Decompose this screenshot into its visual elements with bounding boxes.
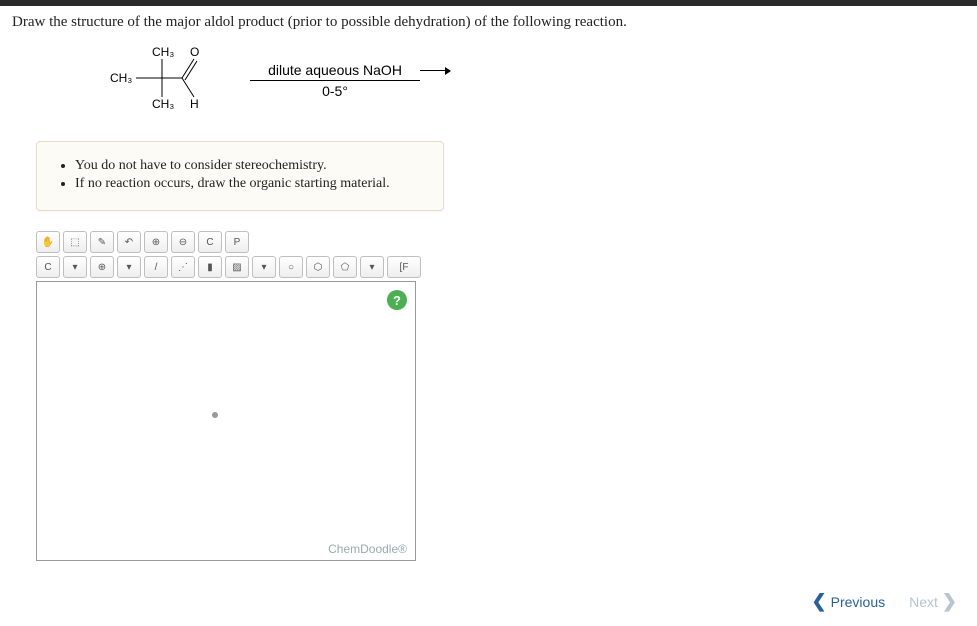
zoom-out-tool[interactable]: ⊖: [171, 231, 195, 253]
single-bond-tool[interactable]: /: [144, 256, 168, 278]
chevron-left-icon: ❮: [812, 591, 827, 612]
reaction-arrow-head: [420, 70, 450, 71]
zoom-out-icon: ⊖: [179, 237, 187, 248]
previous-button[interactable]: ❮ Previous: [812, 591, 886, 612]
bond-dropdown[interactable]: ▾: [252, 256, 276, 278]
drawing-canvas[interactable]: ? ChemDoodle®: [36, 281, 416, 561]
structure-editor: ✋ ⬚ ✎ ↶ ⊕ ⊖ C P C ▾ ⊕ ▾ / ⋰ ▮ ▨ ▾ ○ ⬡ ⬠ …: [36, 231, 444, 561]
question-text: Draw the structure of the major aldol pr…: [0, 6, 977, 39]
erase-tool[interactable]: ✎: [90, 231, 114, 253]
paste-label: P: [234, 237, 241, 248]
lasso-tool[interactable]: ⬚: [63, 231, 87, 253]
element-carbon[interactable]: C: [36, 256, 60, 278]
zoom-in-tool[interactable]: ⊕: [144, 231, 168, 253]
question-icon: ?: [393, 293, 401, 308]
zoom-in-icon: ⊕: [152, 237, 160, 248]
paste-tool[interactable]: P: [225, 231, 249, 253]
nav-buttons: ❮ Previous Next ❯: [812, 591, 957, 612]
cyclopentane-tool[interactable]: ⬠: [333, 256, 357, 278]
benzene-tool[interactable]: ⬡: [306, 256, 330, 278]
chemdoodle-brand: ChemDoodle®: [328, 542, 407, 556]
chevron-down-icon: ▾: [369, 262, 374, 273]
chevron-down-icon: ▾: [261, 262, 266, 273]
recessed-bond-tool[interactable]: ⋰: [171, 256, 195, 278]
copy-label: C: [206, 237, 213, 248]
help-button[interactable]: ?: [387, 290, 407, 310]
next-button[interactable]: Next ❯: [909, 591, 957, 612]
chevron-down-icon: ▾: [72, 262, 77, 273]
toolbar-row-1: ✋ ⬚ ✎ ↶ ⊕ ⊖ C P: [36, 231, 444, 253]
reaction-scheme: CH₃ O CH₃ CH₃ H dilute aqueous NaOH 0-5°: [0, 39, 977, 121]
lasso-icon: ⬚: [70, 237, 79, 248]
copy-tool[interactable]: C: [198, 231, 222, 253]
undo-icon: ↶: [125, 237, 133, 248]
undo-tool[interactable]: ↶: [117, 231, 141, 253]
hint-item: You do not have to consider stereochemis…: [75, 158, 423, 174]
move-tool[interactable]: ✋: [36, 231, 60, 253]
hint-item: If no reaction occurs, draw the organic …: [75, 176, 423, 192]
bracket-tool[interactable]: [F: [387, 256, 421, 278]
next-label: Next: [909, 594, 938, 610]
reagent-top: dilute aqueous NaOH: [268, 62, 402, 78]
reagent-conditions: dilute aqueous NaOH 0-5°: [250, 62, 420, 99]
cyclohexane-tool[interactable]: ○: [279, 256, 303, 278]
chevron-down-icon: ▾: [126, 262, 131, 273]
previous-label: Previous: [831, 594, 885, 610]
charge-tool[interactable]: ⊕: [90, 256, 114, 278]
charge-dropdown[interactable]: ▾: [117, 256, 141, 278]
toolbar-row-2: C ▾ ⊕ ▾ / ⋰ ▮ ▨ ▾ ○ ⬡ ⬠ ▾ [F: [36, 256, 444, 278]
hints-box: You do not have to consider stereochemis…: [36, 141, 444, 211]
chevron-right-icon: ❯: [942, 591, 957, 612]
canvas-origin-dot: [212, 412, 218, 418]
wedge-bond-tool[interactable]: ▮: [198, 256, 222, 278]
starting-material-structure: CH₃ O CH₃ CH₃ H: [100, 45, 230, 115]
reaction-arrow-line: [250, 80, 420, 81]
ring-dropdown[interactable]: ▾: [360, 256, 384, 278]
bond-lines: [100, 45, 230, 115]
reagent-bottom: 0-5°: [322, 83, 348, 99]
hash-bond-tool[interactable]: ▨: [225, 256, 249, 278]
erase-icon: ✎: [98, 237, 106, 248]
hand-icon: ✋: [42, 237, 54, 248]
element-dropdown[interactable]: ▾: [63, 256, 87, 278]
